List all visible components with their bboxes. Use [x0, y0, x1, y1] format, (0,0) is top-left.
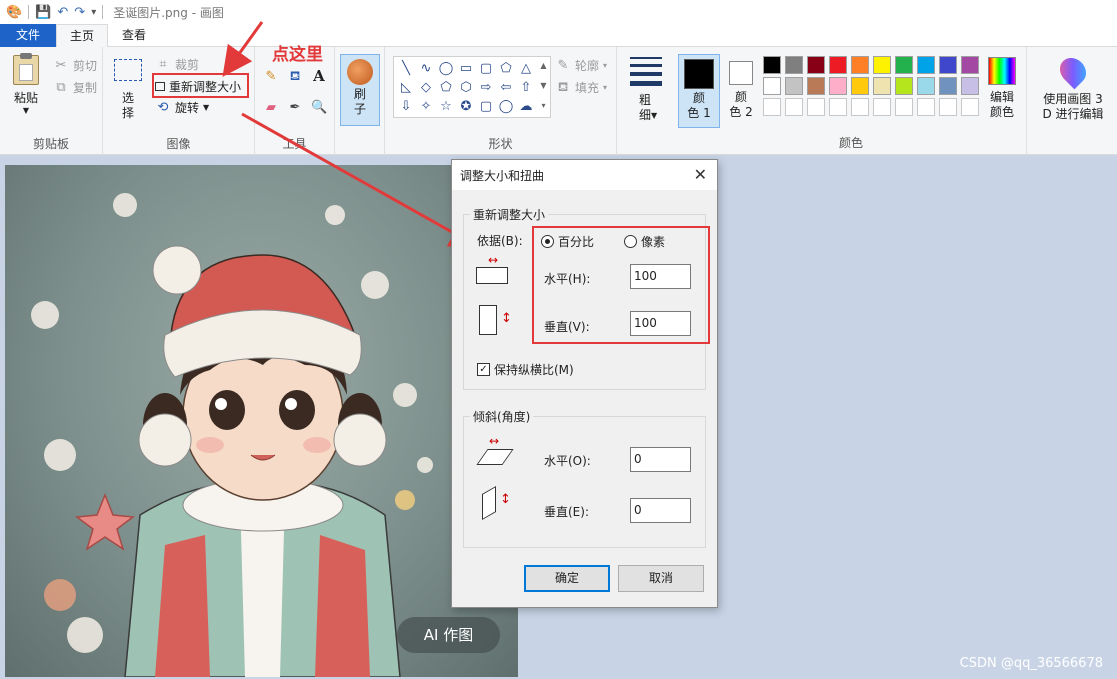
resize-options-highlight	[532, 226, 710, 344]
horizontal-skew-icon: ↔	[476, 435, 514, 466]
skew-group-label: 倾斜(角度)	[470, 408, 534, 425]
cancel-button[interactable]: 取消	[618, 565, 704, 592]
by-label: 依据(B):	[477, 234, 523, 248]
horizontal-resize-icon: ↔	[476, 254, 510, 284]
ok-button[interactable]: 确定	[524, 565, 610, 592]
vertical-skew-input[interactable]: 0	[630, 498, 691, 523]
resize-group-label: 重新调整大小	[470, 206, 549, 223]
close-icon[interactable]: ✕	[694, 165, 707, 184]
watermark: CSDN @qq_36566678	[959, 656, 1103, 671]
checkmark-icon: ✓	[477, 363, 490, 376]
keep-ratio-label: 保持纵横比(M)	[494, 363, 574, 377]
skew-horizontal-label: 水平(O):	[544, 454, 591, 468]
dialog-titlebar: 调整大小和扭曲 ✕	[452, 160, 717, 190]
dialog-title: 调整大小和扭曲	[460, 168, 545, 183]
vertical-resize-icon: ↕	[479, 305, 513, 337]
vertical-skew-icon: ↕	[480, 485, 514, 521]
horizontal-skew-input[interactable]: 0	[630, 447, 691, 472]
skew-vertical-label: 垂直(E):	[544, 505, 589, 519]
resize-skew-dialog: 调整大小和扭曲 ✕ 重新调整大小 依据(B): ↔ ↕ 百分比 像素 水平(H)…	[451, 159, 718, 608]
keep-aspect-ratio-checkbox[interactable]: ✓ 保持纵横比(M)	[477, 361, 574, 378]
